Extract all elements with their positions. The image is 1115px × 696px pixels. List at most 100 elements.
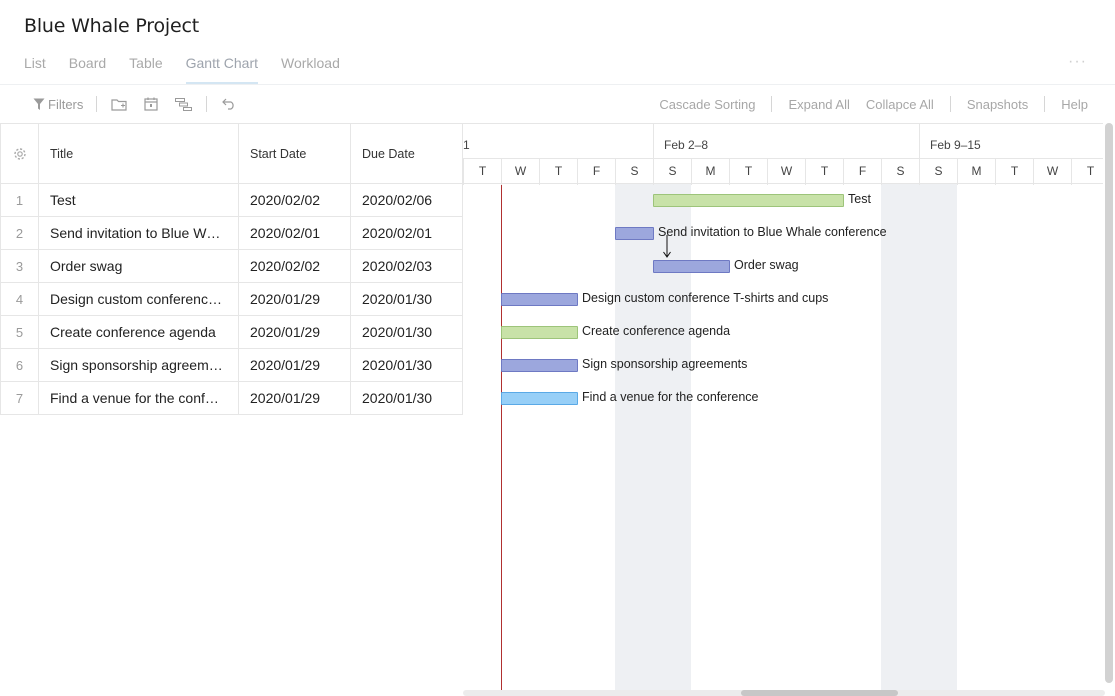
gantt-bar[interactable] xyxy=(615,227,654,240)
row-number: 1 xyxy=(0,184,39,216)
task-title[interactable]: Test xyxy=(39,184,239,216)
row-number: 3 xyxy=(0,250,39,282)
task-start-date[interactable]: 2020/02/01 xyxy=(239,217,351,249)
day-row: TWTFSSMTWTFSSMTWT xyxy=(463,158,1103,185)
task-title-text: Order swag xyxy=(50,258,123,274)
filters-button[interactable]: Filters xyxy=(33,97,83,112)
week-separator xyxy=(919,124,920,159)
column-header-start-date[interactable]: Start Date xyxy=(239,124,351,183)
day-label: T xyxy=(729,159,767,185)
tab-table[interactable]: Table xyxy=(129,54,162,84)
more-options-icon[interactable]: ··· xyxy=(1068,53,1087,71)
task-title-text: Test xyxy=(50,192,76,208)
cascade-sorting-button[interactable]: Cascade Sorting xyxy=(659,97,755,112)
row-number: 6 xyxy=(0,349,39,381)
task-due-date[interactable]: 2020/01/30 xyxy=(351,382,463,414)
column-header-due-date[interactable]: Due Date xyxy=(351,124,463,183)
vertical-scrollbar[interactable] xyxy=(1105,123,1113,683)
gantt-bar-label: Create conference agenda xyxy=(582,324,731,338)
task-start-date[interactable]: 2020/02/02 xyxy=(239,184,351,216)
view-tabs: List Board Table Gantt Chart Workload xyxy=(24,54,363,84)
task-start-date[interactable]: 2020/02/02 xyxy=(239,250,351,282)
task-title[interactable]: Design custom conferenc… xyxy=(39,283,239,315)
task-due-date[interactable]: 2020/01/30 xyxy=(351,349,463,381)
tab-list[interactable]: List xyxy=(24,54,46,84)
table-row[interactable]: 7 Find a venue for the conf… 2020/01/29 202… xyxy=(0,382,463,415)
task-title[interactable]: Find a venue for the conf… xyxy=(39,382,239,414)
grid-header: Title Start Date Due Date xyxy=(0,123,463,184)
expand-all-button[interactable]: Expand All xyxy=(788,97,849,112)
gantt-bar[interactable] xyxy=(501,392,578,405)
collapse-all-button[interactable]: Collapce All xyxy=(866,97,934,112)
dependency-arrow xyxy=(663,235,671,258)
day-label: M xyxy=(691,159,729,185)
folder-icon[interactable] xyxy=(110,96,128,112)
gantt-bar-label: Order swag xyxy=(734,258,799,272)
table-row[interactable]: 6 Sign sponsorship agreem… 2020/01/29 2020/… xyxy=(0,349,463,382)
filters-label: Filters xyxy=(48,96,84,112)
snapshots-button[interactable]: Snapshots xyxy=(967,97,1028,112)
tab-workload[interactable]: Workload xyxy=(281,54,340,84)
gantt-bar[interactable] xyxy=(501,359,578,372)
task-title[interactable]: Send invitation to Blue W… xyxy=(39,217,239,249)
toolbar-separator xyxy=(206,96,208,112)
day-label: S xyxy=(919,159,957,185)
table-row[interactable]: 4 Design custom conferenc… 2020/01/29 2020/… xyxy=(0,283,463,316)
week-label: 1 xyxy=(463,138,470,152)
week-label: Feb 9–15 xyxy=(930,138,981,152)
calendar-icon[interactable] xyxy=(142,96,160,112)
task-start-date[interactable]: 2020/01/29 xyxy=(239,316,351,348)
day-label: T xyxy=(539,159,577,185)
gantt-bar[interactable] xyxy=(653,260,730,273)
hierarchy-icon[interactable] xyxy=(174,96,192,112)
tab-gantt-chart[interactable]: Gantt Chart xyxy=(185,54,259,84)
table-row[interactable]: 3 Order swag 2020/02/02 2020/02/03 xyxy=(0,250,463,283)
row-number: 5 xyxy=(0,316,39,348)
day-label: T xyxy=(995,159,1033,185)
toolbar: Filters Cascade Sorting Expand All Colla… xyxy=(0,85,1115,123)
day-label: W xyxy=(501,159,539,185)
task-due-date[interactable]: 2020/01/30 xyxy=(351,316,463,348)
day-label: F xyxy=(843,159,881,185)
column-settings-icon[interactable] xyxy=(0,124,39,183)
gantt-bar[interactable] xyxy=(501,293,578,306)
gantt-bar-label: Test xyxy=(848,192,871,206)
task-title-text: Send invitation to Blue W… xyxy=(50,225,221,241)
toolbar-separator xyxy=(949,96,951,112)
day-label: T xyxy=(805,159,843,185)
today-marker xyxy=(501,184,502,696)
help-button[interactable]: Help xyxy=(1061,97,1088,112)
task-title-text: Sign sponsorship agreem… xyxy=(50,357,223,373)
task-due-date[interactable]: 2020/02/01 xyxy=(351,217,463,249)
horizontal-scrollbar-thumb[interactable] xyxy=(741,690,898,696)
gantt-bar[interactable] xyxy=(653,194,844,207)
task-title-text: Create conference agenda xyxy=(50,324,216,340)
table-row[interactable]: 5 Create conference agenda 2020/01/29 2020/… xyxy=(0,316,463,349)
weekend-column xyxy=(881,184,919,696)
gantt-timeline[interactable]: 1 Feb 2–8 Feb 9–15 TWTFSSMTWTFSSMTWT Tes… xyxy=(463,123,1103,696)
tab-board[interactable]: Board xyxy=(69,54,106,84)
task-due-date[interactable]: 2020/02/03 xyxy=(351,250,463,282)
row-number: 4 xyxy=(0,283,39,315)
task-start-date[interactable]: 2020/01/29 xyxy=(239,382,351,414)
undo-icon[interactable] xyxy=(220,96,238,112)
week-separator xyxy=(653,124,654,159)
gantt-bar[interactable] xyxy=(501,326,578,339)
project-title: Blue Whale Project xyxy=(24,15,199,37)
table-row[interactable]: 1 Test 2020/02/02 2020/02/06 xyxy=(0,184,463,217)
day-label: S xyxy=(653,159,691,185)
task-title-text: Find a venue for the conf… xyxy=(50,390,219,406)
task-title[interactable]: Sign sponsorship agreem… xyxy=(39,349,239,381)
table-row[interactable]: 2 Send invitation to Blue W… 2020/02/01 202… xyxy=(0,217,463,250)
task-due-date[interactable]: 2020/02/06 xyxy=(351,184,463,216)
row-number: 2 xyxy=(0,217,39,249)
task-title[interactable]: Create conference agenda xyxy=(39,316,239,348)
task-title[interactable]: Order swag xyxy=(39,250,239,282)
task-due-date[interactable]: 2020/01/30 xyxy=(351,283,463,315)
task-start-date[interactable]: 2020/01/29 xyxy=(239,349,351,381)
column-header-title[interactable]: Title xyxy=(39,124,239,183)
task-start-date[interactable]: 2020/01/29 xyxy=(239,283,351,315)
task-grid: Title Start Date Due Date 1 Test 2020/02/0… xyxy=(0,123,463,415)
day-label: W xyxy=(767,159,805,185)
gantt-bar-label: Find a venue for the conference xyxy=(582,390,759,404)
